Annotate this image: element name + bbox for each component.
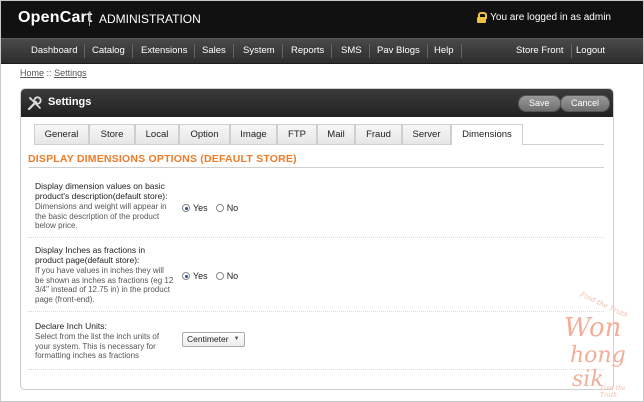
tab-store[interactable]: Store (89, 124, 135, 144)
radio-yes[interactable] (182, 204, 190, 212)
setting-label-text: Display dimension values on basic produc… (35, 181, 168, 201)
chevron-down-icon: ▼ (233, 336, 240, 342)
radio-no-label[interactable]: No (227, 203, 239, 213)
section-divider (28, 167, 604, 168)
tab-mail[interactable]: Mail (317, 124, 355, 144)
setting-row-inch-units: Declare Inch Units: Select from the list… (28, 315, 604, 370)
tab-general[interactable]: General (34, 124, 89, 144)
save-button[interactable]: Save (518, 95, 561, 112)
login-status-text: You are logged in as admin (490, 12, 611, 23)
setting-label: Display Inches as fractions in product p… (35, 245, 175, 304)
admin-title: ADMINISTRATION (99, 12, 201, 26)
radio-no[interactable] (215, 204, 224, 212)
nav-dashboard[interactable]: Dashboard (23, 39, 86, 63)
radio-group-inches-fractions: Yes No (182, 271, 243, 281)
nav-help[interactable]: Help (426, 39, 462, 63)
panel-title: Settings (48, 96, 92, 108)
wrench-screwdriver-icon (27, 96, 42, 111)
cancel-button[interactable]: Cancel (560, 95, 611, 112)
nav-store-front[interactable]: Store Front (508, 39, 572, 63)
breadcrumb-home[interactable]: Home (20, 68, 44, 78)
settings-panel: Settings Save Cancel General Store Local… (20, 88, 614, 390)
setting-help-text: Dimensions and weight will appear in the… (35, 202, 167, 230)
radio-group-dimension-values: Yes No (182, 203, 243, 213)
setting-label-text: Display Inches as fractions in product p… (35, 245, 146, 265)
breadcrumb: Home :: Settings (20, 68, 87, 78)
nav-pav-blogs[interactable]: Pav Blogs (369, 39, 428, 63)
nav-sms[interactable]: SMS (333, 39, 370, 63)
main-nav: Dashboard Catalog Extensions Sales Syste… (1, 38, 643, 64)
section-title: DISPLAY DIMENSIONS OPTIONS (DEFAULT STOR… (28, 153, 297, 165)
tab-option[interactable]: Option (179, 124, 230, 144)
lock-icon (477, 12, 488, 23)
header-divider (89, 12, 90, 26)
setting-help-text: Select from the list the inch units of y… (35, 332, 160, 360)
nav-system[interactable]: System (235, 39, 283, 63)
tab-server[interactable]: Server (402, 124, 451, 144)
setting-row-dimension-values: Display dimension values on basic produc… (28, 175, 604, 238)
breadcrumb-separator: :: (46, 68, 52, 78)
breadcrumb-settings[interactable]: Settings (54, 68, 87, 78)
nav-extensions[interactable]: Extensions (133, 39, 196, 63)
radio-no-label[interactable]: No (227, 271, 239, 281)
setting-label: Display dimension values on basic produc… (35, 181, 175, 231)
inch-units-field: Centimeter ▼ (182, 332, 245, 347)
nav-logout[interactable]: Logout (568, 39, 613, 63)
browser-frame: OpenCart ADMINISTRATION You are logged i… (0, 0, 644, 402)
login-status: You are logged in as admin (477, 12, 611, 23)
tab-dimensions[interactable]: Dimensions (451, 124, 523, 145)
tab-local[interactable]: Local (135, 124, 179, 144)
radio-no[interactable] (215, 272, 224, 280)
tab-fraud[interactable]: Fraud (355, 124, 402, 144)
setting-label-text: Declare Inch Units: (35, 321, 107, 331)
setting-label: Declare Inch Units: Select from the list… (35, 321, 175, 361)
tab-image[interactable]: Image (230, 124, 277, 144)
nav-catalog[interactable]: Catalog (84, 39, 133, 63)
setting-row-inches-fractions: Display Inches as fractions in product p… (28, 239, 604, 312)
opencart-logo[interactable]: OpenCart (18, 9, 93, 27)
panel-header: Settings Save Cancel (21, 89, 613, 117)
radio-yes[interactable] (182, 272, 190, 280)
tab-ftp[interactable]: FTP (277, 124, 317, 144)
setting-help-text: If you have values in inches they will b… (35, 266, 174, 304)
nav-sales[interactable]: Sales (194, 39, 234, 63)
inch-units-select[interactable]: Centimeter ▼ (182, 332, 245, 347)
radio-yes-label[interactable]: Yes (193, 203, 208, 213)
nav-reports[interactable]: Reports (283, 39, 333, 63)
top-header: OpenCart ADMINISTRATION You are logged i… (1, 1, 643, 38)
radio-yes-label[interactable]: Yes (193, 271, 208, 281)
inch-units-select-value: Centimeter (187, 334, 229, 344)
